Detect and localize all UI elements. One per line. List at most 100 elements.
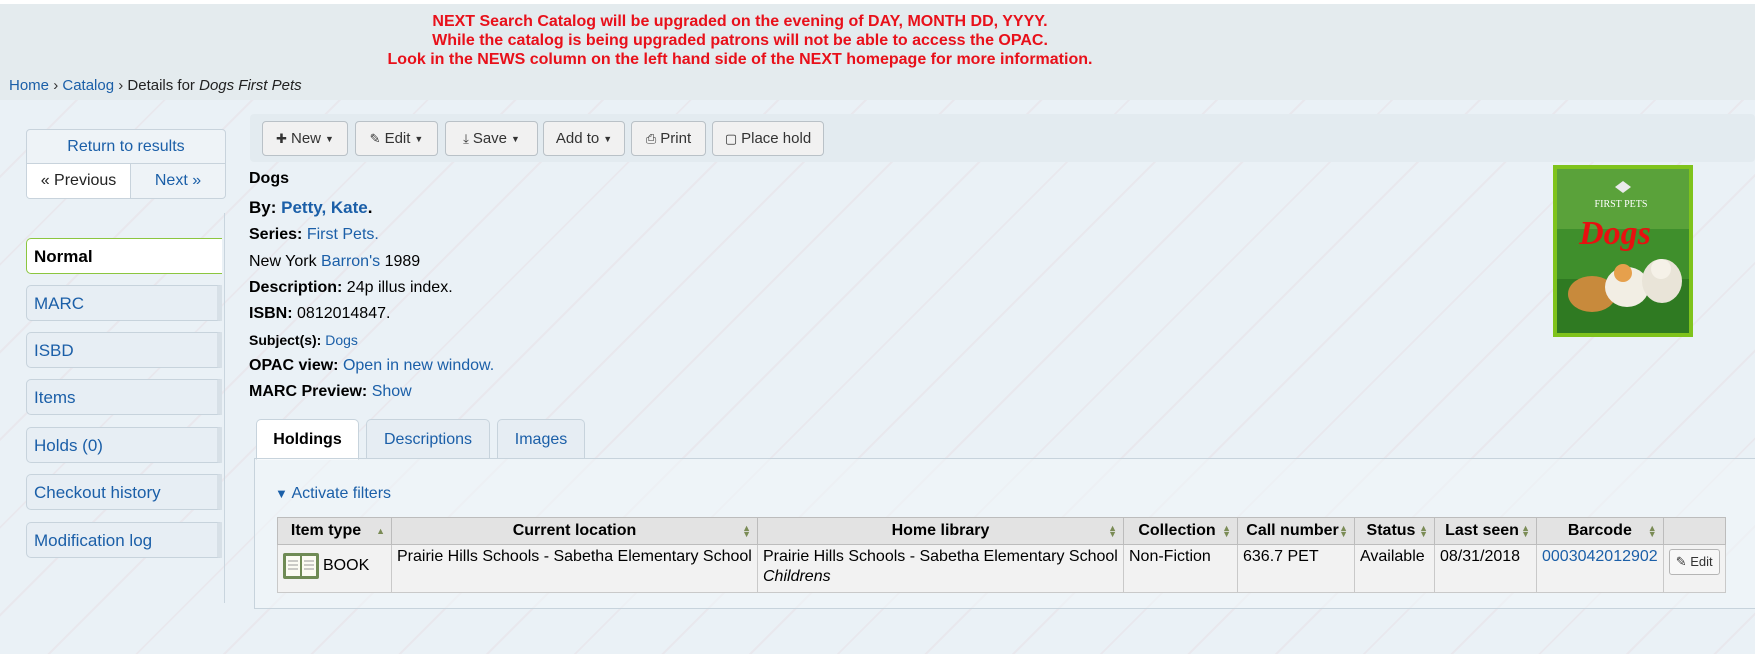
- column-home-library[interactable]: Home library ▲ ▼: [757, 517, 1124, 545]
- sidebar-item-checkout-history[interactable]: Checkout history: [26, 474, 222, 510]
- print-button[interactable]: ⎙ Print: [631, 121, 706, 156]
- add-to-label: Add to: [555, 130, 600, 147]
- publication-place: New York: [249, 253, 317, 270]
- item-type-label: BOOK: [323, 557, 370, 575]
- breadcrumb-separator: ›: [53, 77, 59, 94]
- banner-line-2: While the catalog is being upgraded patr…: [432, 32, 1048, 49]
- tab-descriptions[interactable]: Descriptions: [366, 419, 490, 459]
- sidebar-item-modification-log[interactable]: Modification log: [26, 522, 222, 558]
- author-link[interactable]: Petty, Kate: [281, 198, 368, 217]
- publisher-link[interactable]: Barron's: [321, 253, 380, 270]
- maintenance-banner: NEXT Search Catalog will be upgraded on …: [0, 0, 1755, 100]
- breadcrumb-home[interactable]: Home: [9, 77, 49, 94]
- column-actions: [1662, 517, 1726, 545]
- column-item-type[interactable]: Item type ▲: [277, 517, 392, 545]
- series-link[interactable]: First Pets.: [307, 226, 379, 243]
- column-label: Barcode: [1567, 522, 1632, 539]
- column-last-seen[interactable]: Last seen ▲ ▼: [1434, 517, 1537, 545]
- caret-down-icon: ▼: [414, 134, 424, 145]
- sort-icon: ▲ ▼: [1521, 523, 1530, 539]
- cell-call-number: 636.7 PET: [1237, 544, 1355, 593]
- marc-preview-link[interactable]: Show: [372, 383, 412, 400]
- caret-down-icon: ▼: [325, 134, 334, 145]
- cell-last-seen: 08/31/2018: [1434, 544, 1537, 593]
- sidebar-item-isbd[interactable]: ISBD: [26, 332, 222, 368]
- column-label: Call number: [1246, 522, 1339, 539]
- book-icon: [283, 553, 319, 579]
- cover-art: FIRST PETS Dogs: [1557, 169, 1689, 333]
- next-result-link[interactable]: Next »: [131, 164, 225, 198]
- save-dropdown-button[interactable]: ⤓ Save ▼: [445, 121, 538, 156]
- new-dropdown-button[interactable]: ✚ New ▼: [262, 121, 348, 156]
- sidebar-divider: [224, 213, 225, 603]
- pencil-icon: ✎: [369, 131, 381, 146]
- caret-down-icon: ▼: [511, 134, 520, 145]
- breadcrumb-separator: ›: [118, 77, 124, 94]
- description-value: 24p illus index.: [346, 279, 453, 296]
- column-barcode[interactable]: Barcode ▲ ▼: [1536, 517, 1664, 545]
- banner-line-1: NEXT Search Catalog will be upgraded on …: [432, 13, 1048, 30]
- sort-asc-icon: ▲: [376, 526, 385, 536]
- column-status[interactable]: Status ▲ ▼: [1354, 517, 1435, 545]
- activate-filters-label: Activate filters: [291, 485, 392, 502]
- opac-view-link[interactable]: Open in new window.: [343, 357, 494, 374]
- new-label: New: [290, 130, 321, 147]
- edit-item-button[interactable]: ✎ Edit: [1668, 549, 1720, 575]
- tab-holdings[interactable]: Holdings: [256, 419, 359, 460]
- description-label: Description:: [249, 279, 343, 296]
- by-label: By:: [249, 198, 277, 217]
- column-call-number[interactable]: Call number ▲ ▼: [1237, 517, 1355, 545]
- column-current-location[interactable]: Current location ▲ ▼: [391, 517, 758, 545]
- sort-icon: ▲ ▼: [1419, 523, 1428, 539]
- results-pager: Return to results « Previous Next »: [26, 129, 226, 199]
- cell-current-location: Prairie Hills Schools - Sabetha Elementa…: [391, 544, 758, 593]
- sort-icon: ▲ ▼: [1222, 523, 1231, 539]
- sidebar-item-items[interactable]: Items: [26, 379, 222, 415]
- edit-label: Edit: [384, 130, 411, 147]
- return-to-results-link[interactable]: Return to results: [27, 130, 225, 164]
- record-title: Dogs: [249, 170, 289, 187]
- cell-barcode: 0003042012902: [1536, 544, 1664, 593]
- marc-preview-label: MARC Preview:: [249, 383, 368, 400]
- place-hold-button[interactable]: ▢ Place hold: [712, 121, 824, 156]
- record-subjects-line: Subject(s): Dogs: [249, 332, 358, 348]
- breadcrumb-catalog[interactable]: Catalog: [62, 77, 114, 94]
- breadcrumb-current-prefix: Details for: [127, 77, 195, 94]
- column-label: Current location: [512, 522, 637, 539]
- book-cover-image[interactable]: FIRST PETS Dogs: [1553, 165, 1693, 337]
- author-suffix: .: [367, 198, 373, 217]
- subject-link[interactable]: Dogs: [325, 332, 358, 348]
- cell-actions: ✎ Edit: [1662, 544, 1726, 593]
- record-isbn-line: ISBN: 0812014847.: [249, 305, 390, 323]
- printer-icon: ⎙: [645, 131, 657, 146]
- column-label: Collection: [1138, 522, 1216, 539]
- column-collection[interactable]: Collection ▲ ▼: [1123, 517, 1238, 545]
- download-icon: ⤓: [463, 131, 469, 146]
- table-header-row: Item type ▲ Current location ▲ ▼ Home libra…: [277, 517, 1726, 545]
- barcode-link[interactable]: 0003042012902: [1542, 548, 1658, 565]
- edit-dropdown-button[interactable]: ✎ Edit ▼: [355, 121, 438, 156]
- caret-down-icon: ▼: [603, 134, 613, 145]
- record-series-line: Series: First Pets.: [249, 226, 379, 244]
- add-to-dropdown-button[interactable]: Add to ▼: [543, 121, 625, 156]
- sticky-note-icon: ▢: [724, 131, 738, 146]
- record-opac-line: OPAC view: Open in new window.: [249, 357, 494, 375]
- cover-series-text: FIRST PETS: [1595, 199, 1648, 210]
- cell-home-library: Prairie Hills Schools - Sabetha Elementa…: [757, 544, 1124, 593]
- edit-item-label: Edit: [1690, 554, 1713, 569]
- previous-result-link[interactable]: « Previous: [27, 164, 131, 198]
- sidebar-item-marc[interactable]: MARC: [26, 285, 222, 321]
- tab-images[interactable]: Images: [497, 419, 585, 459]
- series-label: Series:: [249, 226, 303, 243]
- isbn-value: 0812014847.: [297, 305, 391, 322]
- activate-filters-link[interactable]: ▼ Activate filters: [275, 485, 391, 503]
- record-author-line: By: Petty, Kate.: [249, 198, 372, 218]
- place-hold-label: Place hold: [741, 130, 812, 147]
- plus-icon: ✚: [276, 131, 287, 146]
- sidebar-item-holds[interactable]: Holds (0): [26, 427, 222, 463]
- sidebar-item-normal[interactable]: Normal: [26, 238, 222, 274]
- column-label: Item type: [290, 522, 362, 539]
- subjects-label: Subject(s):: [249, 332, 322, 348]
- save-label: Save: [472, 130, 508, 147]
- banner-line-3: Look in the NEWS column on the left hand…: [387, 51, 1093, 68]
